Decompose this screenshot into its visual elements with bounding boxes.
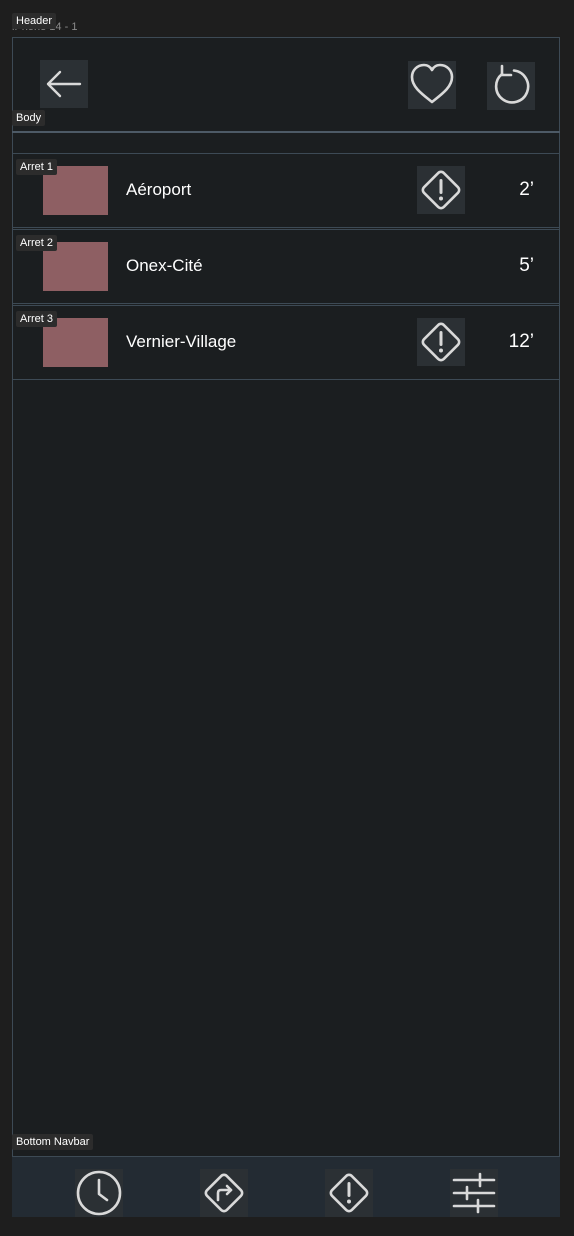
stop-name: Onex-Cité xyxy=(126,256,203,275)
heart-icon xyxy=(410,63,454,104)
directions-icon xyxy=(204,1173,244,1213)
refresh-icon xyxy=(494,64,530,104)
header xyxy=(12,37,560,133)
alert-button[interactable] xyxy=(417,318,465,366)
stop-row[interactable]: Arret 3 Vernier-Village 12’ xyxy=(12,305,560,380)
stop-eta: 5’ xyxy=(519,255,534,276)
warning-icon xyxy=(421,322,461,362)
navbar-layer-tag: Bottom Navbar xyxy=(12,1134,94,1150)
stop-tag: Arret 3 xyxy=(16,311,58,327)
stop-eta: 12’ xyxy=(508,331,534,352)
nav-directions-button[interactable] xyxy=(200,1169,248,1217)
nav-alerts-button[interactable] xyxy=(325,1169,373,1217)
bottom-navbar xyxy=(12,1156,560,1217)
body-layer-tag: Body xyxy=(12,110,46,126)
refresh-button[interactable] xyxy=(487,62,535,110)
sliders-icon xyxy=(452,1172,496,1214)
arrow-left-icon xyxy=(46,70,82,98)
warning-icon xyxy=(421,170,461,210)
nav-schedule-button[interactable] xyxy=(75,1169,123,1217)
favorite-button[interactable] xyxy=(408,61,456,109)
stop-name: Vernier-Village xyxy=(126,332,237,351)
stop-row[interactable]: Arret 2 Onex-Cité 5’ xyxy=(12,229,560,304)
back-button[interactable] xyxy=(40,60,88,108)
header-divider xyxy=(12,131,560,133)
clock-icon xyxy=(76,1170,122,1216)
warning-icon xyxy=(329,1173,369,1213)
header-layer-tag: Header xyxy=(12,13,57,29)
stop-name: Aéroport xyxy=(126,180,192,199)
stop-tag: Arret 1 xyxy=(16,159,58,175)
stop-tag: Arret 2 xyxy=(16,235,58,251)
stop-row[interactable]: Arret 1 Aéroport 2’ xyxy=(12,153,560,228)
nav-settings-button[interactable] xyxy=(450,1169,498,1217)
alert-button[interactable] xyxy=(417,166,465,214)
stop-eta: 2’ xyxy=(519,179,534,200)
